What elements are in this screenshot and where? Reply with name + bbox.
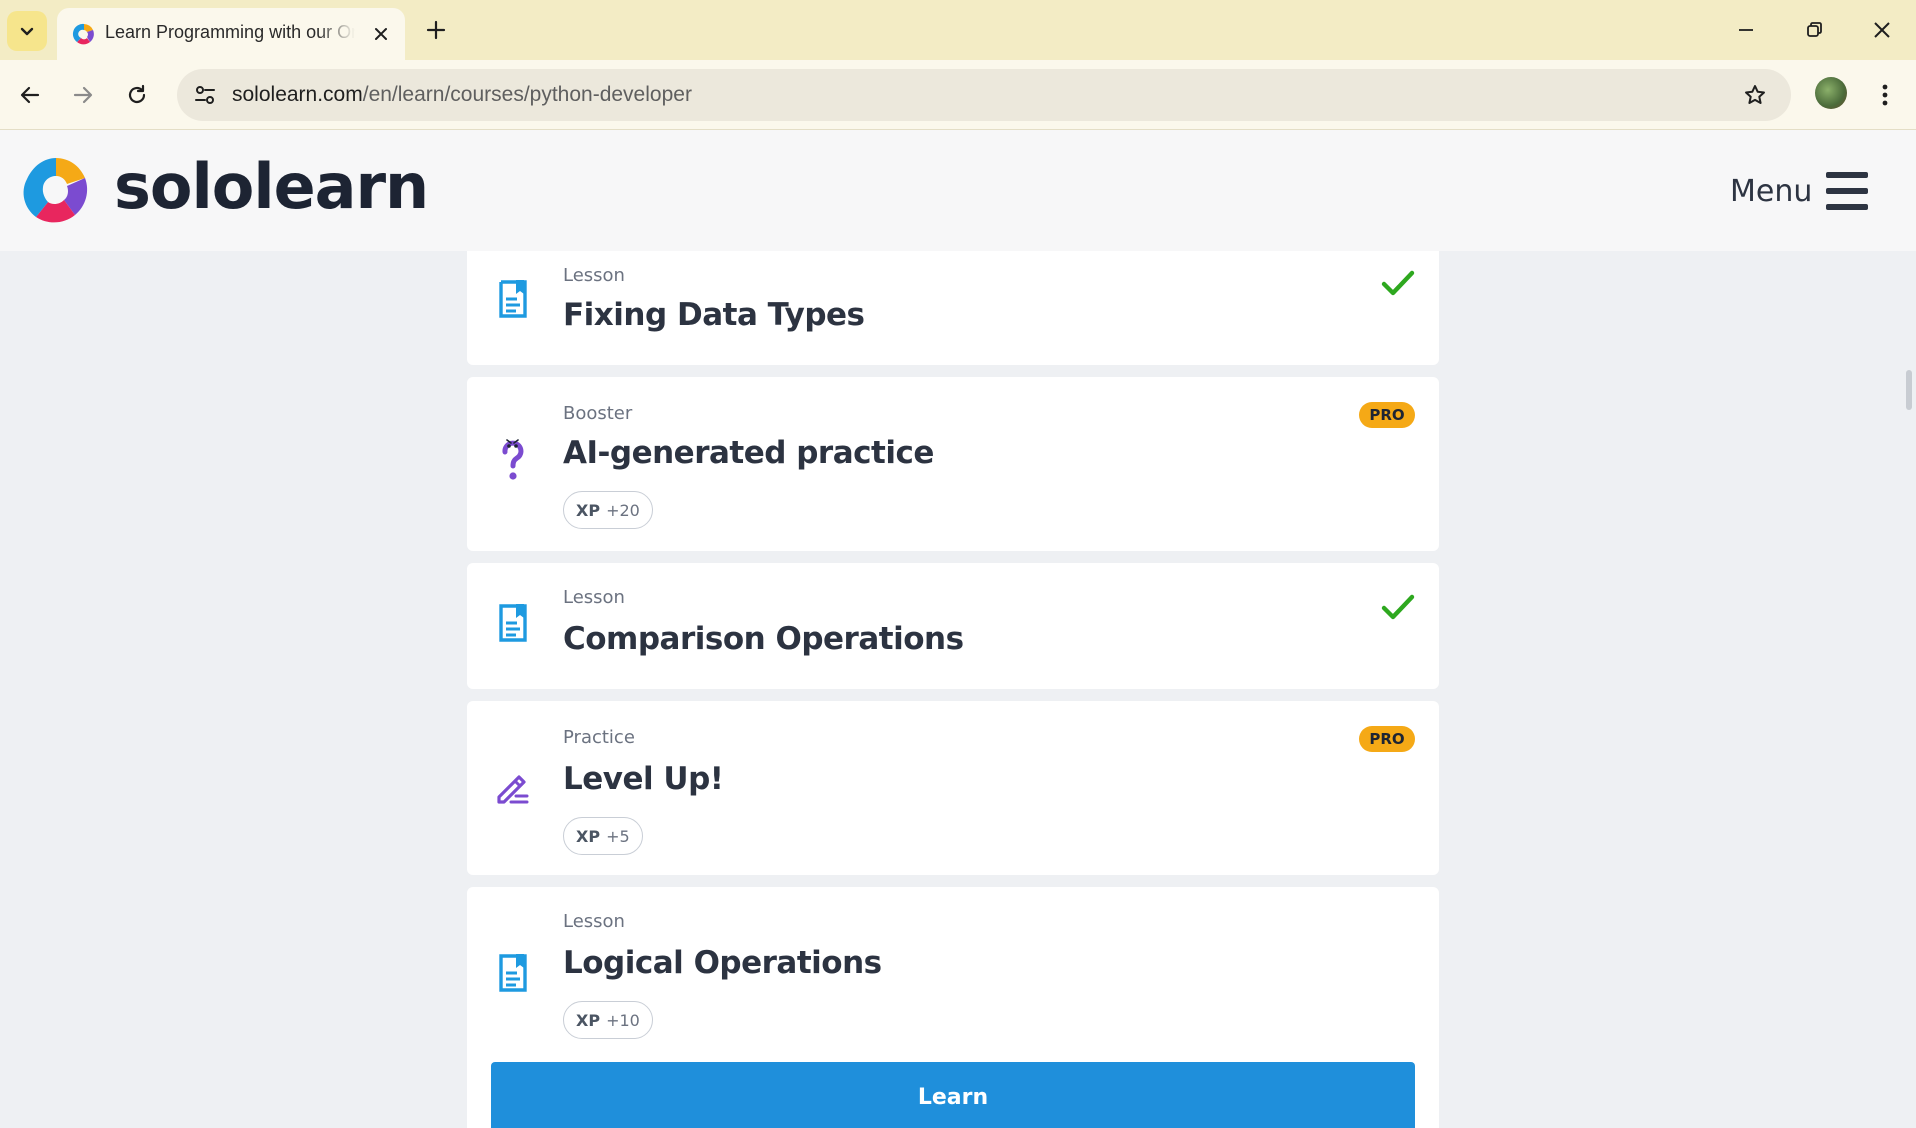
card-type: Lesson	[563, 265, 625, 286]
forward-icon	[73, 86, 93, 104]
lesson-icon	[495, 279, 531, 319]
site-info-button[interactable]	[189, 79, 221, 111]
card-type: Lesson	[563, 587, 625, 608]
card-title: Level Up!	[563, 761, 724, 797]
menu-button[interactable]: Menu	[1730, 168, 1869, 214]
card-title: Logical Operations	[563, 945, 882, 981]
new-tab-button[interactable]	[420, 14, 452, 46]
logo-wordmark[interactable]: sololearn	[114, 150, 429, 223]
kebab-menu-icon	[1882, 84, 1888, 106]
kebab-menu-button[interactable]	[1870, 78, 1900, 112]
profile-avatar[interactable]	[1815, 77, 1847, 109]
close-icon[interactable]	[369, 22, 393, 46]
card-title: AI-generated practice	[563, 435, 934, 471]
favicon-icon	[72, 23, 94, 45]
scrollbar-thumb[interactable]	[1906, 370, 1912, 410]
restore-button[interactable]	[1794, 14, 1834, 46]
lesson-card[interactable]: Lesson Comparison Operations	[467, 563, 1439, 689]
card-title: Comparison Operations	[563, 621, 964, 657]
forward-button[interactable]	[64, 76, 102, 114]
lesson-card[interactable]: Lesson Fixing Data Types	[467, 251, 1439, 365]
xp-value: +10	[606, 1010, 640, 1030]
site-header: sololearn Menu	[0, 130, 1916, 251]
lesson-icon	[495, 953, 531, 993]
site-info-icon	[195, 86, 215, 104]
url-text[interactable]: sololearn.com/en/learn/courses/python-de…	[232, 83, 692, 107]
checkmark-icon	[1381, 270, 1415, 296]
chevron-down-icon	[20, 27, 34, 36]
pro-badge: PRO	[1359, 726, 1415, 752]
xp-label: XP	[576, 826, 601, 846]
browser-toolbar: sololearn.com/en/learn/courses/python-de…	[0, 60, 1916, 130]
menu-label: Menu	[1730, 173, 1813, 209]
address-bar[interactable]: sololearn.com/en/learn/courses/python-de…	[177, 69, 1791, 121]
xp-value: +5	[606, 826, 630, 846]
hamburger-icon	[1826, 172, 1869, 210]
booster-card[interactable]: Booster AI-generated practice XP +20 PRO	[467, 377, 1439, 551]
sololearn-logo-icon[interactable]	[20, 154, 92, 226]
learn-button[interactable]: Learn	[491, 1062, 1415, 1128]
card-type: Practice	[563, 727, 635, 748]
card-title: Fixing Data Types	[563, 297, 865, 333]
tab-title: Learn Programming with our Online Course…	[105, 22, 355, 42]
checkmark-icon	[1381, 594, 1415, 620]
bookmark-star-button[interactable]	[1741, 81, 1769, 109]
minimize-icon	[1739, 29, 1753, 31]
star-icon	[1745, 85, 1765, 104]
xp-badge: XP +5	[563, 817, 643, 855]
practice-card[interactable]: Practice Level Up! XP +5 PRO	[467, 701, 1439, 875]
tab-list-button[interactable]	[7, 11, 47, 51]
browser-tab-active[interactable]: Learn Programming with our Online Course…	[57, 8, 405, 60]
reload-button[interactable]	[118, 76, 156, 114]
xp-badge: XP +10	[563, 1001, 653, 1039]
xp-value: +20	[606, 500, 640, 520]
browser-tab-bar: Learn Programming with our Online Course…	[0, 0, 1916, 60]
card-type: Booster	[563, 403, 633, 424]
back-icon	[20, 86, 40, 104]
question-mark-icon	[495, 439, 531, 480]
url-path: /en/learn/courses/python-developer	[362, 83, 692, 106]
minimize-button[interactable]	[1726, 14, 1766, 46]
close-window-icon	[1874, 22, 1890, 38]
restore-icon	[1807, 22, 1822, 37]
pro-badge: PRO	[1359, 402, 1415, 428]
pencil-icon	[495, 767, 531, 807]
reload-icon	[128, 84, 146, 104]
close-window-button[interactable]	[1862, 14, 1902, 46]
back-button[interactable]	[11, 76, 49, 114]
lesson-icon	[495, 603, 531, 643]
xp-label: XP	[576, 500, 601, 520]
xp-badge: XP +20	[563, 491, 653, 529]
course-content: Lesson Fixing Data Types Booster AI-gene…	[0, 251, 1916, 1128]
url-host: sololearn.com	[232, 83, 363, 106]
xp-label: XP	[576, 1010, 601, 1030]
card-type: Lesson	[563, 911, 625, 932]
plus-icon	[426, 20, 446, 40]
